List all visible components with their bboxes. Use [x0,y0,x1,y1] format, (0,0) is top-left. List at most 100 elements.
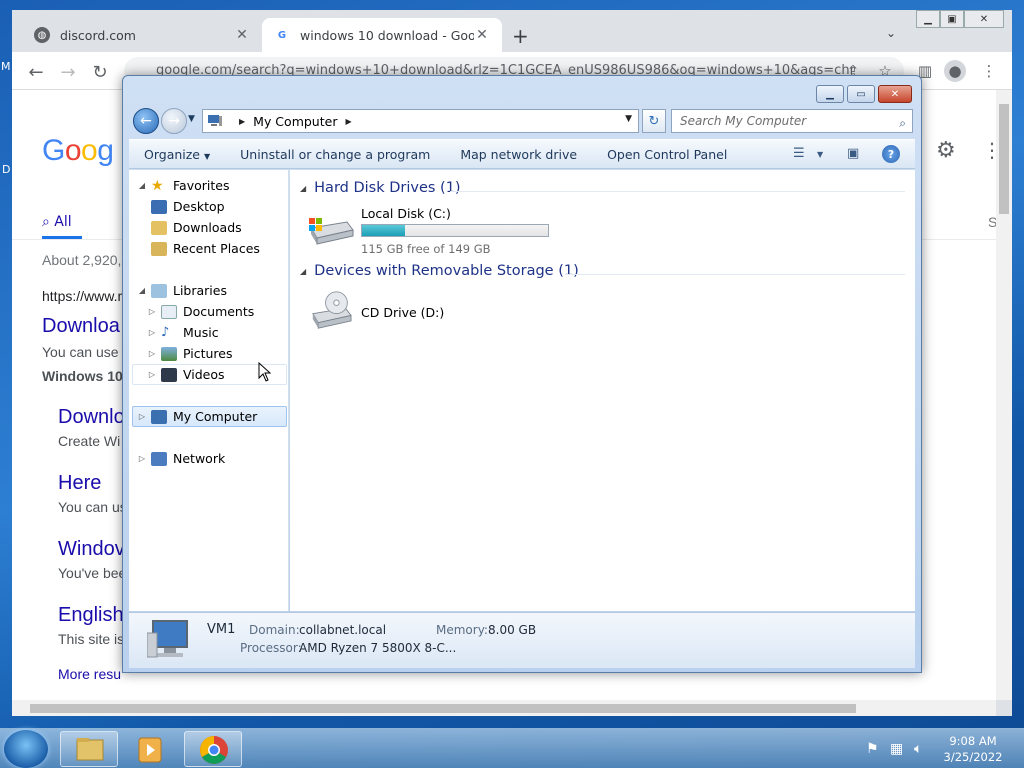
group-hard-disk-drives[interactable]: ◢ Hard Disk Drives (1) [300,180,461,196]
nav-my-computer[interactable]: ▷ My Computer [132,406,287,427]
address-bar[interactable]: ▶ My Computer ▶ ▼ [202,109,639,133]
close-button[interactable]: ✕ [878,85,912,103]
back-arrow-icon[interactable]: ← [133,108,159,134]
close-button[interactable]: ✕ [964,10,1004,28]
taskbar-explorer-button[interactable] [60,731,118,767]
result-title[interactable]: Here [58,472,101,495]
collapsed-triangle-icon[interactable]: ▷ [147,328,157,337]
vertical-scrollbar[interactable] [996,90,1012,700]
view-dropdown-icon[interactable]: ▼ [817,150,823,159]
minimize-button[interactable]: ▁ [916,10,940,28]
refresh-icon[interactable]: ↻ [642,109,666,133]
drive-name: Local Disk (C:) [361,206,451,221]
group-divider [450,191,905,192]
action-center-flag-icon[interactable]: ⚑ [866,741,879,757]
nav-libraries[interactable]: ◢ Libraries [137,280,227,301]
result-snippet: This site is [58,631,125,647]
expanded-triangle-icon[interactable]: ◢ [137,181,147,190]
forward-arrow-icon[interactable]: → [161,108,187,134]
nav-pictures[interactable]: ▷ Pictures [147,343,233,364]
close-icon[interactable]: ✕ [234,27,250,43]
taskbar-media-player-button[interactable] [122,731,180,767]
downloads-folder-icon [151,220,167,235]
collapsed-triangle-icon[interactable]: ▷ [147,307,157,316]
clock-time: 9:08 AM [949,734,997,748]
search-placeholder: Search My Computer [680,114,807,128]
nav-downloads[interactable]: Downloads [151,217,242,238]
nav-label: Music [183,325,219,340]
nav-recent-places[interactable]: Recent Places [151,238,260,259]
maximize-button[interactable]: ▭ [847,85,875,103]
nav-network[interactable]: ▷ Network [137,448,225,469]
drive-free-space: 115 GB free of 149 GB [361,242,491,256]
help-icon[interactable]: ? [882,145,900,163]
expanded-triangle-icon[interactable]: ◢ [137,286,147,295]
horizontal-scrollbar[interactable] [12,700,996,716]
reload-icon[interactable]: ↻ [88,60,112,84]
breadcrumb-arrow-icon[interactable]: ▶ [239,117,245,126]
new-tab-button[interactable]: + [512,24,529,48]
scroll-thumb[interactable] [999,104,1009,214]
search-input[interactable]: Search My Computer ⌕ [671,109,913,133]
forward-icon[interactable]: → [56,60,80,84]
more-icon[interactable]: ⋮ [982,138,996,162]
close-icon[interactable]: ✕ [474,27,490,43]
result-stats: About 2,920, [42,252,122,268]
chevron-down-icon: ▼ [203,151,211,161]
profile-icon[interactable]: ● [944,60,966,82]
result-title[interactable]: English [58,604,124,627]
result-url[interactable]: https://www.m [42,288,129,304]
tab-all[interactable]: ⌕ All [42,214,72,230]
settings-gear-icon[interactable]: ⚙ [936,138,956,163]
google-logo[interactable]: Goog [42,134,114,168]
breadcrumb-my-computer[interactable]: My Computer [253,114,337,129]
start-button-windows-icon[interactable] [4,730,48,768]
change-view-icon[interactable]: ☰ [793,146,805,161]
nav-desktop[interactable]: Desktop [151,196,225,217]
network-tray-icon[interactable]: ▦ [890,741,903,757]
taskbar-chrome-button[interactable] [184,731,242,767]
nav-favorites[interactable]: ◢ ★ Favorites [137,175,230,196]
group-removable-storage[interactable]: ◢ Devices with Removable Storage (1) [300,263,579,279]
collapsed-triangle-icon[interactable]: ▷ [137,412,147,421]
memory-label: Memory: [436,623,488,637]
nav-label: Documents [183,304,255,319]
collapsed-triangle-icon[interactable]: ▷ [137,454,147,463]
recent-pages-dropdown-icon[interactable]: ▼ [188,114,195,124]
map-network-drive-button[interactable]: Map network drive [445,147,592,162]
more-results-link[interactable]: More resu [58,666,121,682]
organize-button[interactable]: Organize ▼ [129,147,225,162]
result-title[interactable]: Downlo [58,406,125,429]
globe-icon: ◍ [34,27,50,43]
drive-usage-bar [361,224,549,237]
uninstall-program-button[interactable]: Uninstall or change a program [225,147,445,162]
desktop-letter-m: M [1,60,11,73]
clock[interactable]: 9:08 AM 3/25/2022 [938,733,1008,765]
tab-title: discord.com [60,27,136,43]
minimize-button[interactable]: ▁ [816,85,844,103]
media-player-icon [138,737,162,763]
volume-icon[interactable]: 🔈︎ [914,741,922,757]
preview-pane-icon[interactable]: ▣ [847,146,859,161]
cd-drive-icon [312,291,352,329]
tab-discord[interactable]: ◍ discord.com ✕ [22,18,262,52]
chevron-down-icon[interactable]: ⌄ [886,26,896,40]
collapsed-triangle-icon[interactable]: ▷ [147,370,157,379]
search-icon[interactable]: ⌕ [899,112,906,134]
open-control-panel-button[interactable]: Open Control Panel [592,147,742,162]
collapsed-triangle-icon[interactable]: ▷ [147,349,157,358]
address-dropdown-icon[interactable]: ▼ [625,114,632,124]
breadcrumb-arrow-icon[interactable]: ▶ [345,117,351,126]
tab-title: windows 10 download - Google S [300,27,474,43]
nav-music[interactable]: ▷ ♪ Music [147,322,219,343]
google-g-icon: G [277,29,287,41]
tab-google-search[interactable]: G windows 10 download - Google S ✕ [262,18,502,52]
result-title[interactable]: Downloa [42,315,120,338]
nav-documents[interactable]: ▷ Documents [147,301,254,322]
back-icon[interactable]: ← [24,60,48,84]
result-title[interactable]: Windov [58,538,125,561]
menu-icon[interactable]: ⋮ [978,60,1000,82]
nav-label: Libraries [173,283,227,298]
scroll-thumb[interactable] [30,704,856,713]
maximize-button[interactable]: ▣ [940,10,964,28]
